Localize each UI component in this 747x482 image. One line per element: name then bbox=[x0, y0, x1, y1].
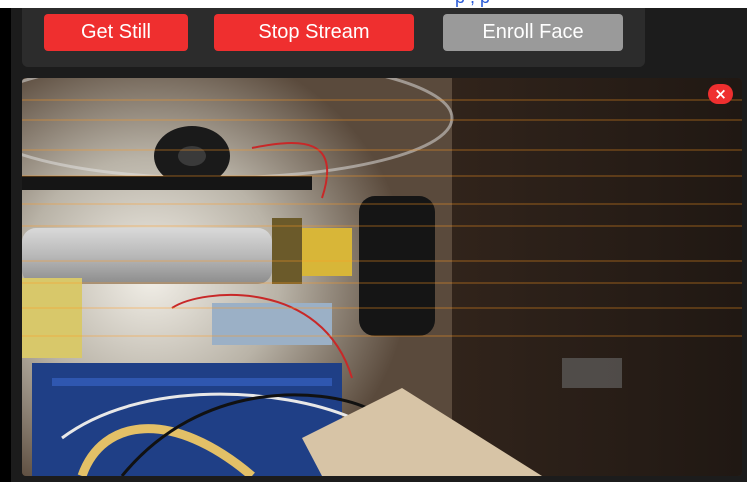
camera-toolbar: Get Still Stop Stream Enroll Face bbox=[22, 8, 645, 67]
video-stream-view[interactable]: × bbox=[22, 78, 742, 476]
left-edge-bar bbox=[0, 8, 11, 482]
get-still-button[interactable]: Get Still bbox=[44, 14, 188, 51]
close-icon[interactable]: × bbox=[708, 84, 733, 104]
stop-stream-button[interactable]: Stop Stream bbox=[214, 14, 414, 51]
enroll-face-button[interactable]: Enroll Face bbox=[443, 14, 623, 51]
header-link-fragment[interactable]: p , p bbox=[455, 0, 490, 8]
stream-frame-image bbox=[22, 78, 742, 476]
top-page-strip: p , p bbox=[0, 0, 747, 8]
